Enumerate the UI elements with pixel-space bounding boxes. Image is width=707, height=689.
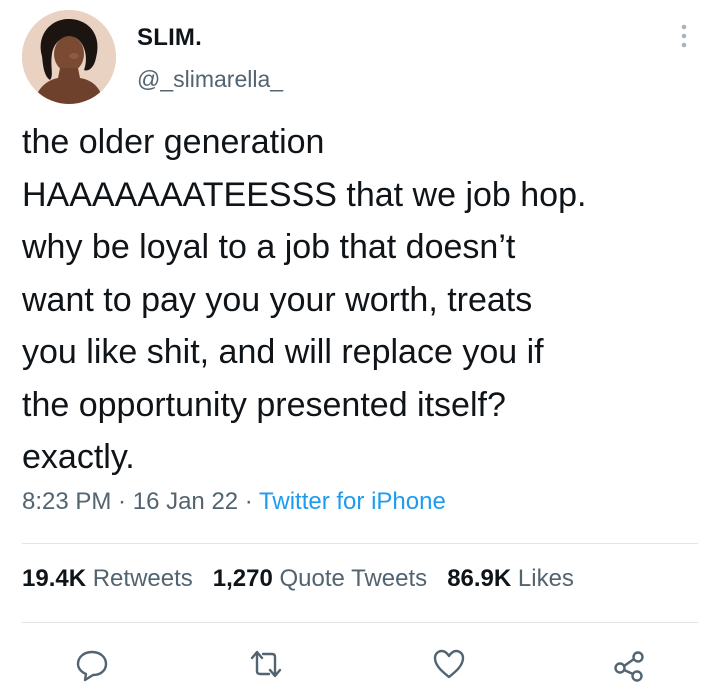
tweet-card: SLIM. @_slimarella_ the older generation…	[0, 0, 707, 688]
tweet-source-link[interactable]: Twitter for iPhone	[259, 488, 446, 515]
meta-separator: ·	[111, 488, 133, 515]
tweet-date: 16 Jan 22	[132, 488, 239, 515]
likes-count: 86.9K	[447, 565, 512, 592]
quote-tweets-stat[interactable]: 1,270 Quote Tweets	[213, 565, 427, 592]
divider	[22, 543, 698, 544]
tweet-actions	[0, 644, 707, 684]
retweets-stat[interactable]: 19.4K Retweets	[22, 565, 193, 592]
tweet-stats: 19.4K Retweets 1,270 Quote Tweets 86.9K …	[22, 565, 574, 593]
quote-tweets-count: 1,270	[212, 565, 273, 592]
tweet-time: 8:23 PM	[22, 488, 112, 515]
tweet-text: the older generation HAAAAAAATEESSS that…	[22, 123, 587, 476]
heart-icon[interactable]	[429, 644, 469, 684]
retweet-icon[interactable]	[246, 644, 286, 684]
more-vertical-icon[interactable]	[678, 22, 690, 52]
meta-separator: ·	[238, 488, 260, 515]
likes-stat[interactable]: 86.9K Likes	[447, 565, 574, 592]
display-name[interactable]: SLIM.	[137, 24, 202, 52]
likes-label: Likes	[517, 565, 574, 592]
tweet-meta: 8:23 PM · 16 Jan 22 · Twitter for iPhone	[22, 488, 446, 516]
reply-icon[interactable]	[72, 644, 112, 684]
retweets-label: Retweets	[92, 565, 193, 592]
avatar[interactable]	[22, 10, 116, 104]
share-icon[interactable]	[609, 644, 649, 684]
user-handle[interactable]: @_slimarella_	[137, 66, 283, 93]
quote-tweets-label: Quote Tweets	[279, 565, 428, 592]
divider	[22, 622, 698, 623]
profile-avatar-icon	[22, 10, 116, 104]
retweets-count: 19.4K	[22, 565, 87, 592]
